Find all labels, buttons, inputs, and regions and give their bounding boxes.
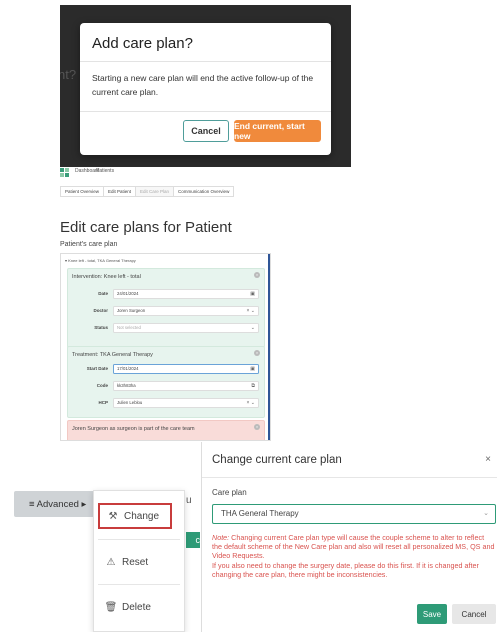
care-plan-header-label: Knee left - total, TKA General Therapy: [68, 258, 136, 263]
clear-chevron-icon[interactable]: × ⌄: [247, 399, 256, 407]
change-care-plan-dialog: Change current care plan × Care plan THA…: [201, 442, 497, 632]
menu-item-delete-label: Delete: [122, 601, 151, 613]
change-warning-note: Note: Changing current Care plan type wi…: [212, 533, 496, 579]
care-team-note: Joren Surgeon as surgeon is part of the …: [72, 426, 195, 432]
status-row: Status Not selected ⌄: [68, 323, 266, 333]
divider: [80, 61, 331, 62]
remove-treatment-icon[interactable]: ×: [254, 350, 260, 356]
date-value: 24/01/2024: [117, 291, 139, 296]
clear-chevron-icon[interactable]: × ⌄: [247, 307, 256, 315]
tab-edit-patient[interactable]: Edit Patient: [103, 186, 136, 197]
note-body-2: If you also need to change the surgery d…: [212, 560, 479, 579]
breadcrumb-patients[interactable]: Patients: [96, 168, 114, 174]
doctor-value: Joren Surgeon: [117, 308, 146, 313]
care-plan-select[interactable]: THA General Therapy ⌄: [212, 504, 496, 524]
care-plan-label: Care plan: [212, 488, 247, 497]
start-date-input[interactable]: 17/01/2024 ▣: [113, 364, 259, 374]
section-subtitle: Patient's care plan: [60, 241, 118, 248]
treatment-card: Treatment: TKA General Therapy × Start D…: [67, 346, 265, 418]
cancel-button[interactable]: Cancel: [183, 120, 229, 142]
intervention-title: Intervention: Knee left - total: [72, 274, 141, 280]
treatment-title: Treatment: TKA General Therapy: [72, 352, 153, 358]
background-button: c: [186, 532, 200, 548]
care-plan-selected-value: THA General Therapy: [221, 509, 299, 518]
remove-intervention-icon[interactable]: ×: [254, 272, 260, 278]
warning-icon: ⚠: [106, 556, 116, 568]
menu-divider: [98, 539, 180, 540]
tab-communication-overview[interactable]: Communication Overview: [173, 186, 235, 197]
end-current-start-new-button[interactable]: End current, start new: [234, 120, 321, 142]
modal-body: Starting a new care plan will end the ac…: [92, 73, 314, 97]
start-date-row: Start Date 17/01/2024 ▣: [68, 364, 266, 374]
menu-divider: [98, 584, 180, 585]
care-plan-panel: ▾ Knee left - total, TKA General Therapy…: [60, 253, 271, 441]
cancel-button[interactable]: Cancel: [452, 604, 496, 624]
hcp-value: Julien Leblou: [117, 400, 143, 405]
menu-item-reset[interactable]: ⚠ Reset: [94, 541, 186, 583]
menu-item-change[interactable]: ⚒ Change: [98, 503, 172, 529]
status-label: Status: [94, 325, 108, 330]
calendar-icon[interactable]: ▣: [250, 365, 255, 373]
advanced-menu: ⚒ Change ⚠ Reset 🗑 Delete: [93, 490, 185, 632]
note-prefix: Note:: [212, 533, 230, 542]
hcp-label: HCP: [98, 400, 108, 405]
add-care-plan-modal: Add care plan? Starting a new care plan …: [80, 23, 331, 155]
page-title: Edit care plans for Patient: [60, 219, 232, 236]
hcp-select[interactable]: Julien Leblou × ⌄: [113, 398, 259, 408]
close-icon[interactable]: ×: [485, 454, 491, 465]
remove-note-icon[interactable]: ×: [254, 424, 260, 430]
modal-title: Add care plan?: [92, 35, 193, 52]
doctor-label: Doctor: [93, 308, 109, 313]
code-row: Code kk3h83ha ⧉: [68, 381, 266, 391]
copy-icon[interactable]: ⧉: [251, 382, 255, 390]
status-select[interactable]: Not selected ⌄: [113, 323, 259, 333]
chevron-down-icon[interactable]: ⌄: [251, 324, 255, 332]
start-date-value: 17/01/2024: [117, 366, 139, 371]
doctor-select[interactable]: Joren Surgeon × ⌄: [113, 306, 259, 316]
code-value: kk3h83ha: [117, 383, 136, 388]
patient-tabs: Patient Overview Edit Patient Edit Care …: [60, 186, 235, 197]
date-input[interactable]: 24/01/2024 ▣: [113, 289, 259, 299]
date-label: Date: [98, 291, 108, 296]
scroll-indicator: [268, 254, 270, 440]
divider: [80, 111, 331, 112]
calendar-icon[interactable]: ▣: [250, 290, 255, 298]
menu-item-change-label: Change: [124, 510, 160, 522]
note-body: Changing current Care plan type will cau…: [212, 533, 495, 561]
app-logo-icon[interactable]: [60, 168, 69, 177]
trash-icon: 🗑: [104, 601, 118, 613]
dialog-title: Change current care plan: [212, 454, 342, 466]
intervention-card: Intervention: Knee left - total × Date 2…: [67, 268, 265, 348]
start-date-label: Start Date: [86, 366, 108, 371]
menu-item-reset-label: Reset: [122, 556, 149, 568]
save-button[interactable]: Save: [417, 604, 447, 624]
add-care-plan-screen: nt? Add care plan? Starting a new care p…: [60, 5, 351, 167]
divider: [202, 477, 497, 478]
code-label: Code: [96, 383, 108, 388]
background-text: u: [186, 495, 192, 506]
code-input[interactable]: kk3h83ha ⧉: [113, 381, 259, 391]
wrench-icon: ⚒: [108, 510, 118, 522]
date-row: Date 24/01/2024 ▣: [68, 289, 266, 299]
background-text: nt?: [60, 67, 77, 82]
chevron-down-icon: ⌄: [483, 510, 489, 517]
doctor-row: Doctor Joren Surgeon × ⌄: [68, 306, 266, 316]
care-plan-header[interactable]: ▾ Knee left - total, TKA General Therapy: [65, 258, 136, 263]
tab-patient-overview[interactable]: Patient Overview: [60, 186, 104, 197]
tab-edit-care-plan[interactable]: Edit Care Plan: [135, 186, 174, 197]
menu-item-delete[interactable]: 🗑 Delete: [94, 586, 186, 628]
status-placeholder: Not selected: [117, 325, 141, 330]
care-team-note-card: Joren Surgeon as surgeon is part of the …: [67, 420, 265, 440]
hcp-row: HCP Julien Leblou × ⌄: [68, 398, 266, 408]
advanced-button[interactable]: ≡ Advanced ▸: [14, 491, 97, 517]
